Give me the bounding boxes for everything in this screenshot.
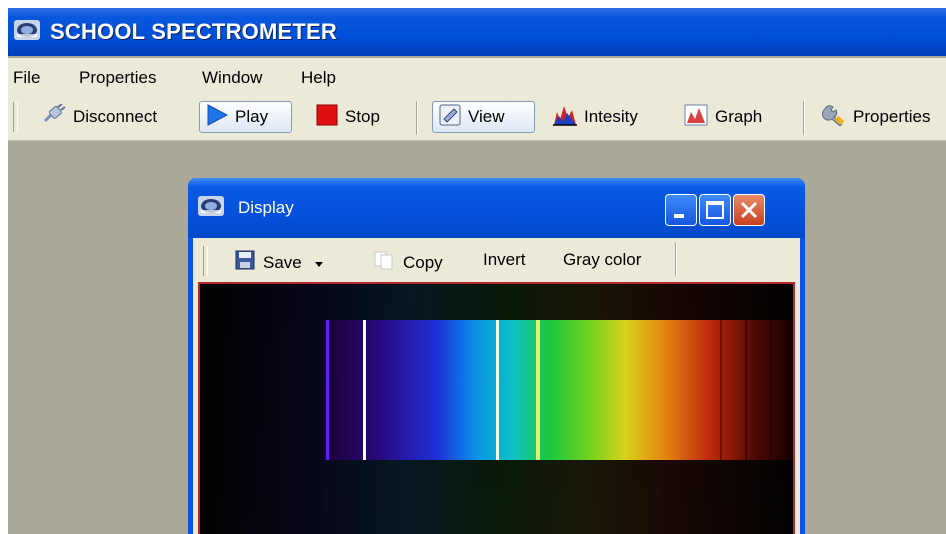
intensity-peaks-icon [553, 104, 577, 131]
intensity-button[interactable]: Intesity [547, 101, 644, 133]
menu-properties[interactable]: Properties [79, 68, 156, 88]
copy-label: Copy [403, 252, 443, 272]
application-window: SCHOOL SPECTROMETER File Properties Wind… [8, 8, 946, 534]
toolbar-separator [416, 101, 418, 135]
spectrum-image [198, 282, 795, 534]
properties-button[interactable]: Properties [816, 101, 936, 133]
app-title: SCHOOL SPECTROMETER [50, 19, 337, 44]
intensity-label: Intesity [584, 107, 638, 126]
properties-label: Properties [853, 107, 931, 126]
display-client-area: Save Copy Invert Gray color [193, 238, 800, 534]
view-button[interactable]: View [432, 101, 535, 133]
graph-button[interactable]: Graph [678, 101, 768, 133]
display-toolbar: Save Copy Invert Gray color [193, 238, 800, 282]
minimize-button[interactable] [665, 194, 697, 226]
disconnect-button[interactable]: Disconnect [36, 101, 163, 133]
display-window: Display Save Copy Invert Gray color [188, 178, 805, 534]
play-button[interactable]: Play [199, 101, 292, 133]
menu-window[interactable]: Window [202, 68, 262, 88]
toolbar-separator [803, 101, 805, 135]
menu-help[interactable]: Help [301, 68, 336, 88]
maximize-icon [700, 201, 730, 229]
menu-file[interactable]: File [13, 68, 40, 88]
stop-square-icon [316, 104, 338, 131]
spectrometer-logo-icon [14, 20, 40, 40]
stop-label: Stop [345, 107, 380, 126]
spectrum-graphic [200, 284, 793, 534]
graph-icon [684, 104, 708, 131]
floppy-disk-icon [235, 250, 255, 275]
invert-button[interactable]: Invert [483, 250, 526, 270]
stop-button[interactable]: Stop [310, 101, 386, 133]
toolbar-separator [675, 242, 677, 276]
minimize-icon [666, 212, 696, 229]
close-icon [734, 201, 764, 229]
save-button[interactable]: Save [235, 250, 324, 275]
display-title-bar[interactable]: Display [188, 178, 805, 238]
main-toolbar: Disconnect Play Stop View Intesity Graph… [8, 96, 946, 141]
maximize-button[interactable] [699, 194, 731, 226]
copy-pages-icon [373, 250, 395, 275]
save-label: Save [263, 252, 302, 272]
copy-button[interactable]: Copy [373, 250, 443, 275]
play-label: Play [235, 107, 269, 126]
disconnect-label: Disconnect [73, 107, 158, 126]
view-label: View [468, 107, 505, 126]
plug-icon [42, 102, 66, 131]
menu-bar: File Properties Window Help [8, 58, 946, 96]
gray-color-button[interactable]: Gray color [563, 250, 641, 270]
dropdown-arrow-icon[interactable] [314, 253, 324, 273]
play-triangle-icon [206, 103, 229, 131]
close-button[interactable] [733, 194, 765, 226]
title-bar[interactable]: SCHOOL SPECTROMETER [8, 8, 946, 56]
toolbar-grip[interactable] [13, 102, 18, 132]
spectrometer-logo-icon [198, 196, 224, 216]
wrench-icon [821, 104, 846, 131]
graph-label: Graph [715, 107, 763, 126]
view-icon [439, 104, 461, 131]
toolbar-grip[interactable] [203, 246, 208, 276]
display-title: Display [238, 198, 294, 217]
